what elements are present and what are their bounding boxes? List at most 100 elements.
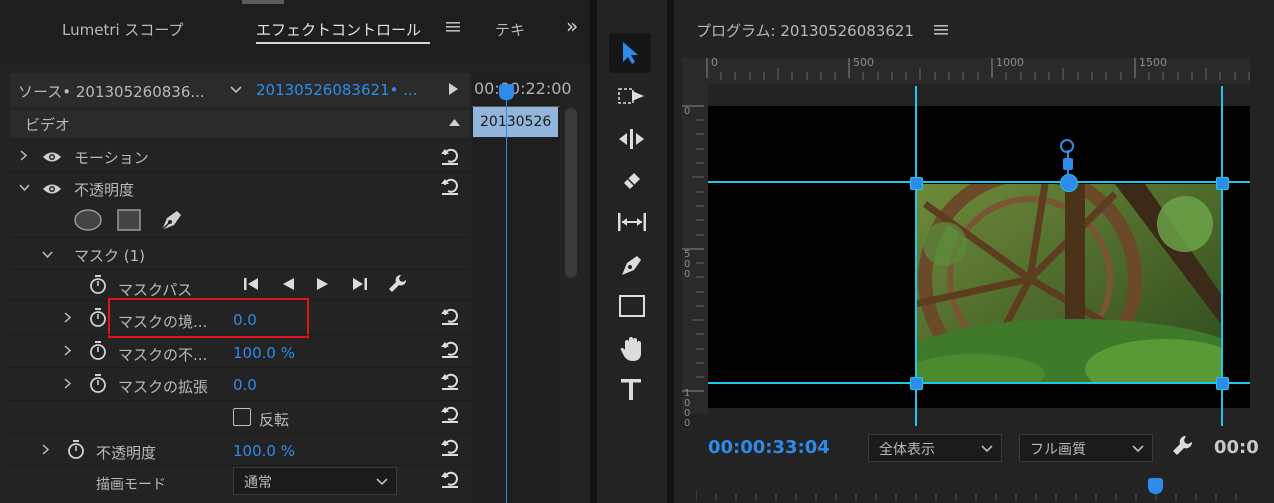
blend-mode-dropdown[interactable]: 通常: [233, 467, 397, 495]
ruler-tick-label: 1000: [996, 56, 1024, 69]
chevron-right-icon[interactable]: [64, 345, 71, 356]
reset-opacity-icon[interactable]: [440, 176, 460, 196]
zoom-level-dropdown[interactable]: 全体表示: [868, 434, 1002, 462]
playback-quality-value: フル画質: [1030, 442, 1086, 458]
tools-panel: [597, 0, 667, 503]
invert-checkbox[interactable]: [233, 408, 251, 426]
reset-motion-icon[interactable]: [440, 146, 460, 166]
transform-handle[interactable]: [1060, 174, 1078, 192]
chevron-down-icon: [981, 445, 993, 453]
wrench-icon[interactable]: [1172, 435, 1194, 457]
effect-controls-panel: Lumetri スコープ エフェクトコントロール テキ » ソース• 20130…: [0, 0, 590, 503]
reset-mask-expansion-icon[interactable]: [440, 371, 460, 391]
panel-menu-icon[interactable]: [446, 21, 460, 33]
mask-opacity-value[interactable]: 100.0 %: [233, 344, 295, 362]
opacity-group-label: 不透明度: [74, 181, 135, 199]
source-clip-selector[interactable]: ソース• 201305260836...: [18, 81, 205, 102]
program-playhead[interactable]: [1148, 478, 1163, 494]
stopwatch-icon[interactable]: [67, 440, 85, 460]
track-forward-icon[interactable]: [351, 277, 369, 291]
tool-selection[interactable]: [609, 33, 651, 73]
tool-razor-icon[interactable]: [620, 169, 644, 193]
play-clip-icon[interactable]: [449, 83, 458, 95]
transform-handle[interactable]: [910, 177, 923, 190]
stopwatch-icon[interactable]: [89, 374, 107, 394]
ruler-left-label: 1 0 0 0: [684, 388, 691, 429]
guide-line-horizontal[interactable]: [708, 181, 1250, 183]
reset-invert-icon[interactable]: [440, 404, 460, 424]
timeline-clip[interactable]: 20130526: [473, 107, 558, 137]
ruler-tick-label: 0: [711, 56, 718, 69]
anchor-handle[interactable]: [1063, 158, 1073, 170]
tab-effect-controls[interactable]: エフェクトコントロール: [256, 19, 421, 40]
program-timecode[interactable]: 00:00:33:04: [708, 437, 830, 458]
tool-type-icon[interactable]: [620, 378, 644, 402]
mask-expansion-label: マスクの拡張: [118, 378, 209, 396]
chevron-right-icon[interactable]: [20, 150, 27, 161]
reset-mask-feather-icon[interactable]: [440, 306, 460, 326]
collapse-up-icon[interactable]: [449, 119, 460, 126]
ruler-tick-label: 500: [853, 56, 874, 69]
transform-handle[interactable]: [1216, 377, 1229, 390]
track-backward-icon[interactable]: [242, 277, 260, 291]
mask-expansion-value[interactable]: 0.0: [233, 376, 257, 394]
chevron-down-icon: [1132, 445, 1144, 453]
scrub-bar[interactable]: [696, 478, 1252, 503]
chevron-down-icon[interactable]: [42, 251, 53, 258]
pen-mask-icon[interactable]: [159, 207, 185, 233]
ruler-left-label: 0: [684, 106, 691, 117]
rectangle-mask-icon[interactable]: [117, 209, 141, 231]
eye-icon[interactable]: [42, 183, 62, 195]
playhead-handle[interactable]: [499, 84, 514, 100]
step-forward-icon[interactable]: [316, 277, 330, 291]
step-backward-icon[interactable]: [281, 277, 295, 291]
tab-active-underline: [256, 42, 430, 44]
tab-lumetri-scope[interactable]: Lumetri スコープ: [62, 19, 184, 40]
chevron-right-icon[interactable]: [64, 312, 71, 323]
invert-label: 反転: [259, 411, 290, 429]
playback-quality-dropdown[interactable]: フル画質: [1019, 434, 1153, 462]
reset-opacity-value-icon[interactable]: [440, 437, 460, 457]
opacity-value[interactable]: 100.0 %: [233, 442, 295, 460]
eye-icon[interactable]: [42, 151, 62, 163]
chevron-right-icon[interactable]: [42, 444, 49, 455]
program-monitor-title[interactable]: プログラム: 20130526083621: [696, 20, 914, 41]
transform-handle[interactable]: [910, 377, 923, 390]
tool-track-select-icon[interactable]: [618, 86, 646, 108]
panel-menu-icon[interactable]: [934, 24, 948, 36]
program-timecode-right[interactable]: 00:0: [1214, 437, 1259, 458]
guide-line-horizontal[interactable]: [708, 382, 1250, 384]
chevron-down-icon[interactable]: [19, 184, 30, 191]
highlight-box: [108, 298, 309, 338]
reset-blend-mode-icon[interactable]: [440, 469, 460, 489]
tab-text[interactable]: テキ: [495, 19, 525, 40]
ellipse-mask-icon[interactable]: [74, 209, 102, 231]
wrench-icon[interactable]: [388, 274, 408, 294]
rotation-handle[interactable]: [1060, 139, 1074, 153]
opacity-label: 不透明度: [96, 444, 157, 462]
transform-handle[interactable]: [1216, 177, 1229, 190]
tool-rectangle-icon[interactable]: [619, 295, 645, 317]
guide-line-vertical[interactable]: [1221, 86, 1223, 426]
stopwatch-icon[interactable]: [89, 341, 107, 361]
chevron-down-icon[interactable]: [230, 86, 242, 94]
panel-divider[interactable]: [590, 0, 597, 503]
section-video-label: ビデオ: [25, 116, 71, 134]
vertical-scrollbar[interactable]: [565, 108, 577, 278]
panel-divider[interactable]: [667, 0, 674, 503]
mask-label: マスク (1): [74, 247, 146, 265]
sequence-clip-selector[interactable]: 20130526083621• ...: [256, 81, 418, 99]
tool-pen-icon[interactable]: [619, 252, 645, 278]
chevron-right-icon[interactable]: [64, 378, 71, 389]
stopwatch-icon[interactable]: [89, 308, 107, 328]
stopwatch-icon[interactable]: [89, 275, 107, 295]
tool-hand-icon[interactable]: [619, 336, 645, 362]
panel-overflow-icon[interactable]: »: [566, 14, 578, 38]
reset-mask-opacity-icon[interactable]: [440, 339, 460, 359]
guide-line-vertical[interactable]: [915, 86, 917, 426]
blend-mode-value: 通常: [244, 475, 272, 491]
blend-mode-label: 描画モード: [96, 477, 166, 493]
tool-ripple-edit-icon[interactable]: [618, 128, 646, 150]
timeline-clip-label: 20130526: [480, 114, 552, 130]
tool-slip-icon[interactable]: [617, 212, 647, 232]
